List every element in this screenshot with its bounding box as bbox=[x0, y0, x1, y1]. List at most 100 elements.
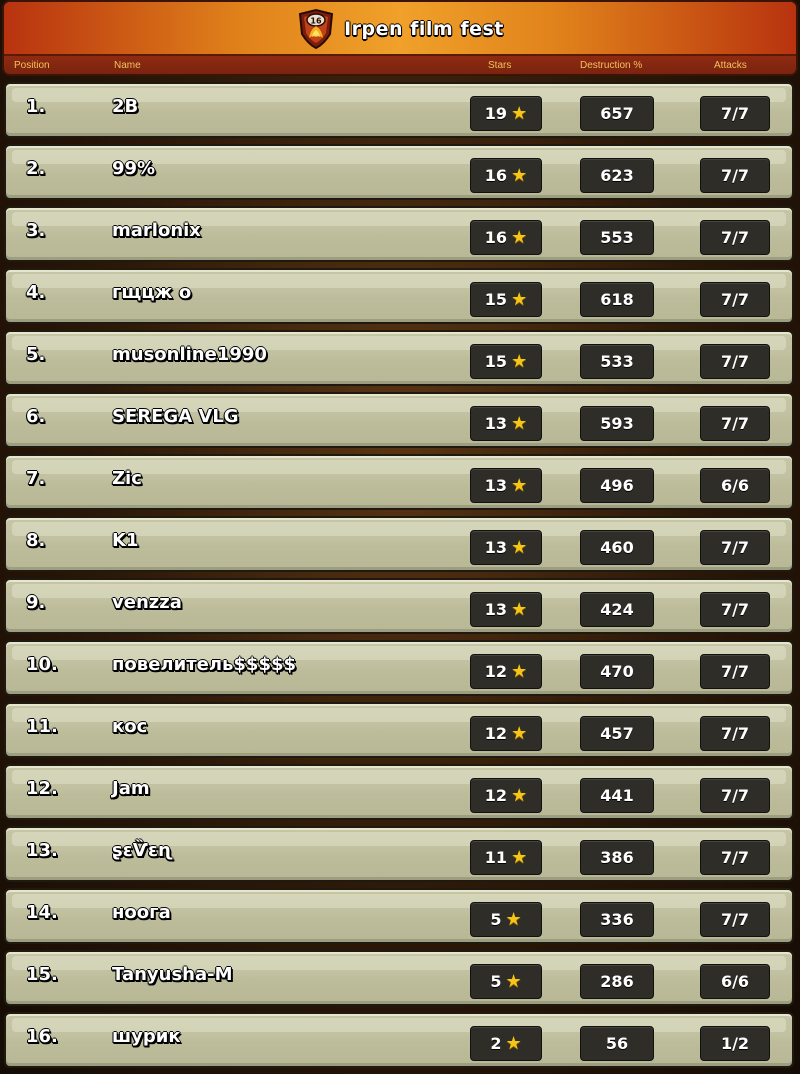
destruction-value: 286 bbox=[600, 972, 634, 991]
attacks-box: 7/7 bbox=[700, 902, 770, 937]
destruction-box: 460 bbox=[580, 530, 654, 565]
row-position: 14. bbox=[26, 902, 58, 923]
attacks-box: 7/7 bbox=[700, 96, 770, 131]
attacks-value: 7/7 bbox=[720, 786, 750, 805]
destruction-box: 623 bbox=[580, 158, 654, 193]
stars-value: 12 bbox=[484, 662, 508, 681]
star-icon: ★ bbox=[511, 413, 528, 434]
stars-box: 11 ★ bbox=[470, 840, 542, 875]
player-name: K1 bbox=[112, 530, 139, 551]
table-row[interactable]: 15. Tanyusha-M 5 ★ 286 6/6 bbox=[4, 950, 794, 1006]
destruction-value: 457 bbox=[600, 724, 634, 743]
destruction-box: 336 bbox=[580, 902, 654, 937]
row-position: 9. bbox=[26, 592, 46, 613]
stars-box: 13 ★ bbox=[470, 592, 542, 627]
stars-box: 12 ★ bbox=[470, 716, 542, 751]
table-row[interactable]: 8. K1 13 ★ 460 7/7 bbox=[4, 516, 794, 572]
attacks-box: 1/2 bbox=[700, 1026, 770, 1061]
attacks-value: 1/2 bbox=[720, 1034, 750, 1053]
stars-box: 15 ★ bbox=[470, 344, 542, 379]
stars-box: 19 ★ bbox=[470, 96, 542, 131]
table-row[interactable]: 5. musonline1990 15 ★ 533 7/7 bbox=[4, 330, 794, 386]
attacks-value: 7/7 bbox=[720, 662, 750, 681]
clan-badge-icon: 16 bbox=[296, 8, 336, 50]
destruction-box: 618 bbox=[580, 282, 654, 317]
destruction-value: 657 bbox=[600, 104, 634, 123]
stars-box: 13 ★ bbox=[470, 406, 542, 441]
player-name: Jam bbox=[112, 778, 150, 799]
player-name: гщцж о bbox=[112, 282, 192, 303]
stars-box: 15 ★ bbox=[470, 282, 542, 317]
destruction-value: 56 bbox=[605, 1034, 629, 1053]
stars-value: 12 bbox=[484, 786, 508, 805]
row-position: 7. bbox=[26, 468, 46, 489]
destruction-box: 441 bbox=[580, 778, 654, 813]
destruction-value: 470 bbox=[600, 662, 634, 681]
attacks-box: 6/6 bbox=[700, 964, 770, 999]
table-row[interactable]: 11. кос 12 ★ 457 7/7 bbox=[4, 702, 794, 758]
table-row[interactable]: 7. Zic 13 ★ 496 6/6 bbox=[4, 454, 794, 510]
destruction-value: 386 bbox=[600, 848, 634, 867]
col-header-position: Position bbox=[14, 60, 50, 71]
player-name: musonline1990 bbox=[112, 344, 267, 365]
row-position: 3. bbox=[26, 220, 46, 241]
table-row[interactable]: 10. повелитель$$$$$ 12 ★ 470 7/7 bbox=[4, 640, 794, 696]
destruction-value: 336 bbox=[600, 910, 634, 929]
stars-value: 5 bbox=[490, 910, 502, 929]
table-row[interactable]: 9. venzza 13 ★ 424 7/7 bbox=[4, 578, 794, 634]
player-name: SEREGA VLG bbox=[112, 406, 239, 427]
destruction-value: 533 bbox=[600, 352, 634, 371]
table-row[interactable]: 1. 2B 19 ★ 657 7/7 bbox=[4, 82, 794, 138]
stars-box: 16 ★ bbox=[470, 220, 542, 255]
attacks-box: 7/7 bbox=[700, 158, 770, 193]
star-icon: ★ bbox=[511, 599, 528, 620]
stars-value: 2 bbox=[490, 1034, 502, 1053]
attacks-box: 7/7 bbox=[700, 654, 770, 689]
row-position: 4. bbox=[26, 282, 46, 303]
row-position: 2. bbox=[26, 158, 46, 179]
stars-value: 13 bbox=[484, 414, 508, 433]
attacks-box: 7/7 bbox=[700, 344, 770, 379]
table-row[interactable]: 13. ʂɛѶɛɳ 11 ★ 386 7/7 bbox=[4, 826, 794, 882]
table-row[interactable]: 16. шурик 2 ★ 56 1/2 bbox=[4, 1012, 794, 1068]
col-header-attacks: Attacks bbox=[714, 60, 747, 71]
stars-value: 5 bbox=[490, 972, 502, 991]
destruction-value: 553 bbox=[600, 228, 634, 247]
row-position: 13. bbox=[26, 840, 58, 861]
table-row[interactable]: 3. marlonix 16 ★ 553 7/7 bbox=[4, 206, 794, 262]
attacks-box: 7/7 bbox=[700, 778, 770, 813]
attacks-value: 7/7 bbox=[720, 538, 750, 557]
table-row[interactable]: 14. ноога 5 ★ 336 7/7 bbox=[4, 888, 794, 944]
attacks-box: 7/7 bbox=[700, 840, 770, 875]
table-row[interactable]: 12. Jam 12 ★ 441 7/7 bbox=[4, 764, 794, 820]
destruction-value: 623 bbox=[600, 166, 634, 185]
table-row[interactable]: 2. 99% 16 ★ 623 7/7 bbox=[4, 144, 794, 200]
table-row[interactable]: 6. SEREGA VLG 13 ★ 593 7/7 bbox=[4, 392, 794, 448]
player-name: повелитель$$$$$ bbox=[112, 654, 297, 675]
player-name: ноога bbox=[112, 902, 171, 923]
stars-value: 19 bbox=[484, 104, 508, 123]
destruction-box: 553 bbox=[580, 220, 654, 255]
destruction-value: 496 bbox=[600, 476, 634, 495]
clan-title: Irpen film fest bbox=[344, 18, 504, 40]
player-name: 99% bbox=[112, 158, 156, 179]
stars-box: 12 ★ bbox=[470, 654, 542, 689]
attacks-box: 7/7 bbox=[700, 220, 770, 255]
stars-value: 13 bbox=[484, 538, 508, 557]
attacks-value: 6/6 bbox=[720, 972, 750, 991]
stars-box: 5 ★ bbox=[470, 902, 542, 937]
attacks-value: 7/7 bbox=[720, 910, 750, 929]
player-name: venzza bbox=[112, 592, 182, 613]
attacks-value: 7/7 bbox=[720, 228, 750, 247]
attacks-value: 7/7 bbox=[720, 166, 750, 185]
destruction-box: 657 bbox=[580, 96, 654, 131]
star-icon: ★ bbox=[511, 661, 528, 682]
attacks-value: 7/7 bbox=[720, 848, 750, 867]
row-position: 1. bbox=[26, 96, 46, 117]
table-row[interactable]: 4. гщцж о 15 ★ 618 7/7 bbox=[4, 268, 794, 324]
player-name: шурик bbox=[112, 1026, 181, 1047]
destruction-value: 460 bbox=[600, 538, 634, 557]
star-icon: ★ bbox=[505, 909, 522, 930]
attacks-value: 7/7 bbox=[720, 724, 750, 743]
stars-value: 13 bbox=[484, 600, 508, 619]
